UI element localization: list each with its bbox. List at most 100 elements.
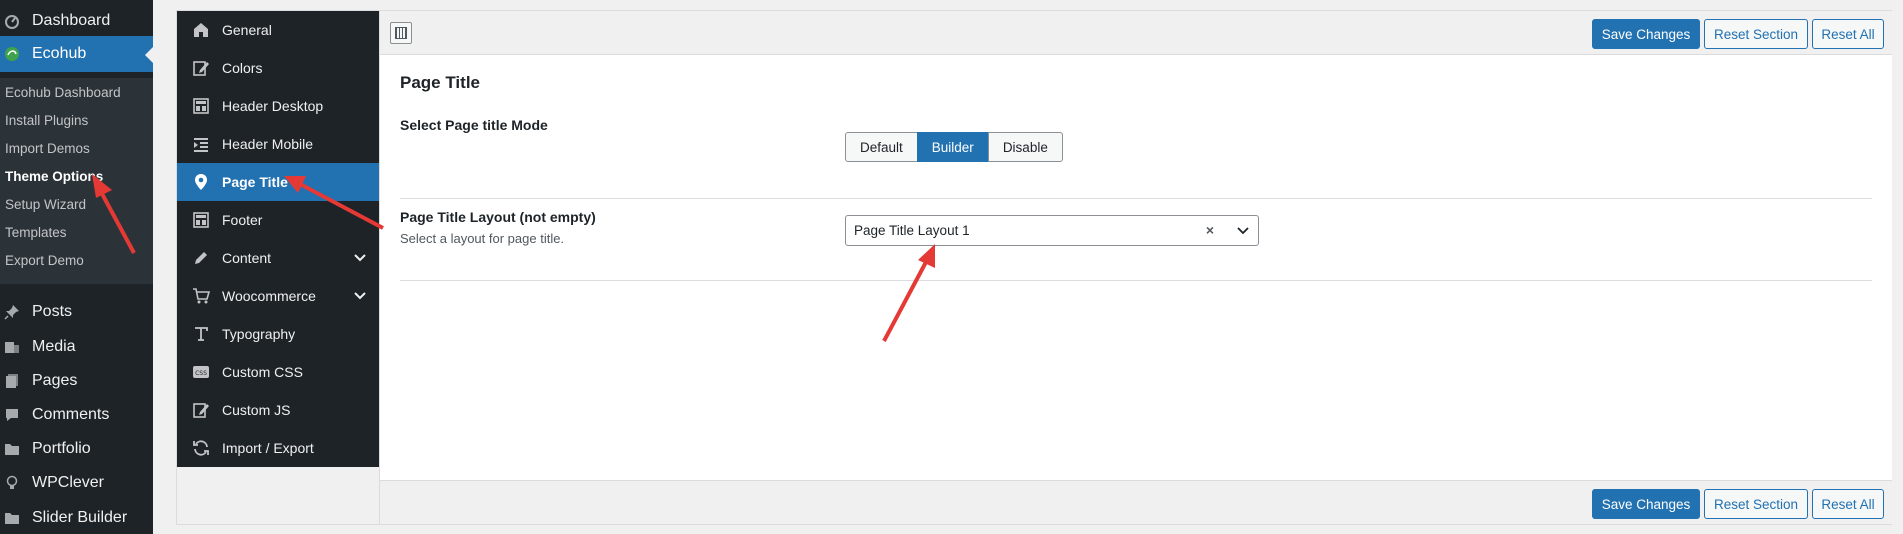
mode-option-default[interactable]: Default — [845, 132, 918, 162]
submenu-item-templates[interactable]: Templates — [5, 225, 67, 240]
dashboard-icon — [4, 11, 28, 31]
nav-label: Header Mobile — [222, 136, 314, 152]
active-indicator — [145, 47, 153, 63]
menu-label: Ecohub — [32, 45, 87, 62]
reset-all-button[interactable]: Reset All — [1812, 19, 1884, 49]
nav-item-custom-js[interactable]: Custom JS — [177, 391, 379, 429]
menu-label: Posts — [32, 303, 73, 320]
menu-label: Media — [32, 338, 76, 355]
menu-label: Pages — [32, 372, 78, 389]
folder-icon — [4, 508, 28, 528]
home-icon — [191, 20, 211, 40]
bottom-toolbar: Save Changes Reset Section Reset All — [380, 480, 1892, 524]
menu-item-slider-builder[interactable]: Slider Builder — [0, 505, 153, 531]
nav-label: Woocommerce — [222, 288, 316, 304]
menu-label: Slider Builder — [32, 509, 128, 526]
nav-label: Header Desktop — [222, 98, 324, 114]
mode-option-disable[interactable]: Disable — [987, 132, 1063, 162]
chevron-down-icon[interactable] — [1236, 224, 1250, 238]
options-nav: General Colors Header Desktop Header Mob… — [177, 11, 379, 467]
nav-label: Custom JS — [222, 402, 291, 418]
comment-icon — [4, 405, 28, 425]
refresh-icon — [191, 438, 211, 458]
submenu-item-theme-options[interactable]: Theme Options — [5, 169, 103, 184]
media-icon — [4, 337, 28, 357]
nav-label: Page Title — [222, 174, 288, 190]
expand-options-button[interactable] — [390, 22, 412, 44]
select-value: Page Title Layout 1 — [854, 223, 970, 238]
menu-label: Dashboard — [32, 12, 111, 29]
nav-footer-space — [177, 467, 379, 524]
page-title-mode-buttonset: Default Builder Disable — [845, 132, 1063, 162]
ecohub-icon — [4, 44, 28, 64]
nav-label: Import / Export — [222, 440, 314, 456]
svg-text:CSS: CSS — [195, 370, 207, 377]
nav-item-header-desktop[interactable]: Header Desktop — [177, 87, 379, 125]
nav-item-typography[interactable]: Typography — [177, 315, 379, 353]
menu-label: WPClever — [32, 474, 105, 491]
folder-icon — [4, 439, 28, 459]
menu-item-dashboard[interactable]: Dashboard — [0, 8, 153, 34]
expand-icon — [395, 27, 407, 39]
submenu-item-import-demos[interactable]: Import Demos — [5, 141, 90, 156]
menu-label: Comments — [32, 406, 110, 423]
layout-icon — [191, 96, 211, 116]
page-title-layout-select[interactable]: Page Title Layout 1 × — [845, 215, 1259, 246]
text-icon — [191, 324, 211, 344]
menu-item-portfolio[interactable]: Portfolio — [0, 436, 153, 462]
nav-label: Custom CSS — [222, 364, 303, 380]
reset-section-button[interactable]: Reset Section — [1704, 489, 1808, 519]
pages-icon — [4, 371, 28, 391]
admin-sidebar: Dashboard Ecohub Ecohub Dashboard Instal… — [0, 0, 153, 534]
layout-field-title: Page Title Layout (not empty) — [400, 209, 596, 225]
reset-all-button[interactable]: Reset All — [1812, 489, 1884, 519]
menu-item-media[interactable]: Media — [0, 334, 153, 360]
bulb-icon — [4, 473, 28, 493]
nav-label: Footer — [222, 212, 263, 228]
css-icon: CSS — [191, 362, 211, 382]
nav-label: General — [222, 22, 272, 38]
menu-item-pages[interactable]: Pages — [0, 368, 153, 394]
reset-section-button[interactable]: Reset Section — [1704, 19, 1808, 49]
nav-item-general[interactable]: General — [177, 11, 379, 49]
nav-label: Content — [222, 250, 272, 266]
menu-item-ecohub[interactable]: Ecohub — [0, 36, 153, 72]
submenu: Ecohub Dashboard Install Plugins Import … — [0, 78, 153, 284]
mode-option-builder[interactable]: Builder — [916, 132, 989, 162]
location-pin-icon — [191, 172, 211, 192]
nav-label: Colors — [222, 60, 263, 76]
indent-icon — [191, 134, 211, 154]
nav-item-woocommerce[interactable]: Woocommerce — [177, 277, 379, 315]
layout-field-description: Select a layout for page title. — [400, 231, 565, 246]
nav-item-header-mobile[interactable]: Header Mobile — [177, 125, 379, 163]
nav-label: Typography — [222, 326, 296, 342]
nav-item-page-title[interactable]: Page Title — [177, 163, 379, 201]
submenu-item-export-demo[interactable]: Export Demo — [5, 253, 84, 268]
save-changes-button[interactable]: Save Changes — [1592, 19, 1700, 49]
divider — [400, 198, 1872, 199]
chevron-down-icon[interactable] — [353, 289, 367, 303]
edit-icon — [191, 400, 211, 420]
nav-item-custom-css[interactable]: CSS Custom CSS — [177, 353, 379, 391]
pin-icon — [4, 302, 28, 322]
chevron-down-icon[interactable] — [353, 251, 367, 265]
layout-icon — [191, 210, 211, 230]
divider — [400, 280, 1872, 281]
menu-item-posts[interactable]: Posts — [0, 299, 153, 325]
pencil-icon — [191, 248, 211, 268]
section-title: Page Title — [400, 73, 480, 92]
menu-item-comments[interactable]: Comments — [0, 402, 153, 428]
nav-item-footer[interactable]: Footer — [177, 201, 379, 239]
submenu-item-setup-wizard[interactable]: Setup Wizard — [5, 197, 86, 212]
submenu-item-install-plugins[interactable]: Install Plugins — [5, 113, 88, 128]
cart-icon — [191, 286, 211, 306]
menu-item-wpclever[interactable]: WPClever — [0, 470, 153, 496]
options-main: Save Changes Reset Section Reset All Pag… — [379, 11, 1892, 524]
top-toolbar: Save Changes Reset Section Reset All — [380, 11, 1892, 55]
nav-item-colors[interactable]: Colors — [177, 49, 379, 87]
save-changes-button[interactable]: Save Changes — [1592, 489, 1700, 519]
nav-item-content[interactable]: Content — [177, 239, 379, 277]
clear-icon[interactable]: × — [1206, 222, 1214, 238]
submenu-item-ecohub-dashboard[interactable]: Ecohub Dashboard — [5, 85, 121, 100]
nav-item-import-export[interactable]: Import / Export — [177, 429, 379, 467]
